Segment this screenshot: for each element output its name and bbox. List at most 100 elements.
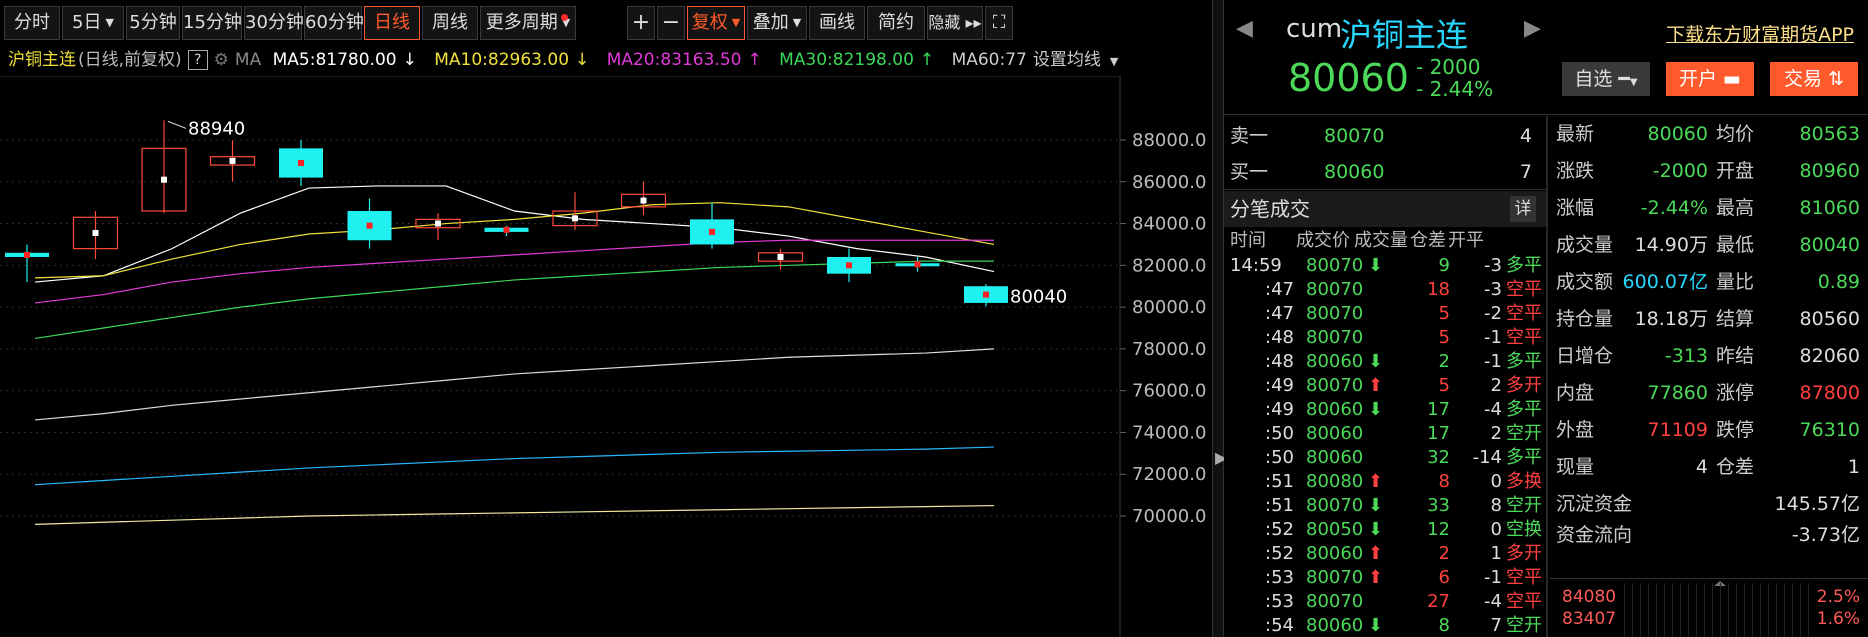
stat-label: 资金流向: [1556, 524, 1633, 546]
down-arrow-icon: ⬇: [1368, 519, 1384, 540]
y-tick-label: 74000.0: [1132, 422, 1206, 443]
tab-daily[interactable]: 日线: [364, 6, 420, 40]
draw-line-button[interactable]: 画线: [809, 6, 865, 40]
stat-label: 涨停: [1716, 382, 1755, 404]
ma-label: MA: [234, 50, 262, 70]
ma60-value: MA60:77: [952, 50, 1033, 70]
tick-volume: 5: [1438, 375, 1450, 396]
tab-label: 日线: [374, 12, 410, 33]
down-arrow-icon: ⬇: [1368, 255, 1384, 276]
tick-open-close: 空开: [1506, 615, 1542, 636]
tick-open-close: 空平: [1506, 327, 1542, 348]
tick-row: :47 80070 18 -3 空平: [1224, 278, 1546, 302]
y-tick-label: 82000.0: [1132, 255, 1206, 276]
help-button[interactable]: ?: [187, 50, 208, 70]
stat-value: 4: [1695, 456, 1708, 478]
low-label: 80040: [1010, 286, 1067, 307]
tick-volume: 5: [1438, 327, 1450, 348]
stat-label: 现量: [1556, 456, 1595, 478]
caret-down-icon: ▼: [105, 16, 114, 29]
col-open-close: 开平: [1448, 230, 1484, 251]
tick-oi-change: -1: [1484, 567, 1502, 588]
depth-row: 83407 1.6%: [1550, 609, 1868, 629]
button-label: 简约: [878, 12, 914, 33]
button-label: 交易: [1784, 68, 1823, 90]
fullscreen-button[interactable]: ⛶: [985, 6, 1013, 40]
ma10-text: MA10:82963.00: [434, 50, 570, 70]
tick-time: :47: [1265, 303, 1294, 324]
tab-30min[interactable]: 30分钟: [244, 6, 304, 40]
trade-button[interactable]: 交易 ⇅: [1770, 62, 1858, 96]
y-tick-label: 70000.0: [1132, 506, 1206, 527]
prev-arrow-icon[interactable]: ◀: [1236, 16, 1253, 41]
tick-open-close: 多换: [1506, 471, 1542, 492]
hide-button[interactable]: 隐藏 ▸▸: [927, 6, 983, 40]
candle-marker: [983, 291, 989, 298]
gear-icon[interactable]: ⚙: [214, 50, 229, 70]
ask1-row: 卖一 80070 4: [1224, 118, 1546, 154]
open-account-button[interactable]: 开户 ▬: [1666, 62, 1754, 96]
card-icon: ▬: [1723, 68, 1741, 90]
y-tick-label: 76000.0: [1132, 381, 1206, 402]
order-book: 卖一 80070 4 买一 80060 7: [1224, 116, 1546, 190]
tick-list[interactable]: 14:59 80070 ⬇ 9 -3 多平:47 80070 18 -3 空平:47 80070 5-…: [1224, 254, 1546, 637]
tick-time: :53: [1265, 567, 1294, 588]
tick-oi-change: -3: [1484, 255, 1502, 276]
tab-5day[interactable]: 5日 ▼: [62, 6, 124, 40]
y-tick-label: 72000.0: [1132, 464, 1206, 485]
tab-more-periods[interactable]: 更多周期 ▼: [480, 6, 576, 40]
collapse-arrow-icon[interactable]: ▶: [1215, 445, 1227, 471]
candle-marker: [709, 228, 715, 235]
tick-row: :48 80060 ⬇ 2 -1 多平: [1224, 350, 1546, 374]
download-app-link[interactable]: 下载东方财富期货APP: [1666, 20, 1854, 47]
tab-5min[interactable]: 5分钟: [126, 6, 180, 40]
stat-row: 日增仓 -313 昨结 82060: [1550, 338, 1868, 375]
tab-fenshi[interactable]: 分时: [4, 6, 60, 40]
tick-open-close: 多平: [1506, 447, 1542, 468]
tick-row: :51 80070 ⬇ 33 8 空开: [1224, 494, 1546, 518]
tab-weekly[interactable]: 周线: [422, 6, 478, 40]
detail-button[interactable]: 详: [1510, 196, 1536, 222]
tick-oi-change: 0: [1490, 519, 1502, 540]
fuquan-button[interactable]: 复权 ▼: [687, 6, 745, 40]
tick-price: 80070: [1306, 303, 1364, 324]
tab-label: 15分钟: [183, 12, 242, 33]
tick-oi-change: 2: [1490, 423, 1502, 444]
kline-chart[interactable]: 88000.0 86000.0 84000.0 82000.0 80000.0 78000…: [0, 76, 1212, 637]
simple-mode-button[interactable]: 简约: [867, 6, 925, 40]
tab-60min[interactable]: 60分钟: [304, 6, 364, 40]
tick-open-close: 空开: [1506, 495, 1542, 516]
overlay-button[interactable]: 叠加 ▼: [747, 6, 807, 40]
down-arrow-icon: ⬇: [1368, 399, 1384, 420]
tick-oi-change: -1: [1484, 351, 1502, 372]
stat-label: 内盘: [1556, 382, 1595, 404]
watchlist-button[interactable]: 自选 ━▼: [1562, 62, 1650, 96]
zoom-in-button[interactable]: +: [627, 6, 655, 40]
price-change: - 2000- 2.44%: [1416, 56, 1493, 100]
stat-value: 18.18万: [1634, 308, 1708, 330]
tab-label: 更多周期: [485, 12, 558, 33]
bid1-volume: 7: [1519, 161, 1532, 183]
collapse-handle-icon[interactable]: [1700, 573, 1740, 586]
ma20-value: MA20:83163.50 ↑: [607, 50, 768, 70]
set-ma-button[interactable]: 设置均线 ▼: [1033, 50, 1124, 70]
panel-splitter[interactable]: ▶: [1212, 0, 1227, 637]
candle-marker: [914, 261, 921, 268]
up-arrow-icon: ⬆: [1368, 567, 1384, 588]
tick-time: :54: [1265, 615, 1294, 636]
zoom-out-button[interactable]: −: [657, 6, 685, 40]
stat-label: 跌停: [1716, 419, 1755, 441]
stat-value: 14.90万: [1634, 234, 1708, 256]
quote-panel: ◀ cum 沪铜主连 ▶ 80060 - 2000- 2.44% 下载东方财富期…: [1224, 0, 1868, 637]
bid1-price: 80060: [1324, 161, 1385, 183]
stat-value: 80960: [1799, 160, 1860, 182]
button-label: 画线: [819, 12, 855, 33]
tab-15min[interactable]: 15分钟: [182, 6, 242, 40]
caret-down-icon: ▼: [1629, 77, 1638, 88]
next-arrow-icon[interactable]: ▶: [1524, 16, 1541, 41]
tick-row: :49 80060 ⬇ 17 -4 多平: [1224, 398, 1546, 422]
tick-oi-change: -14: [1472, 447, 1502, 468]
down-arrow-icon: ⬇: [1368, 495, 1384, 516]
change-value: - 2000: [1416, 55, 1481, 79]
stat-value: 81060: [1799, 197, 1860, 219]
